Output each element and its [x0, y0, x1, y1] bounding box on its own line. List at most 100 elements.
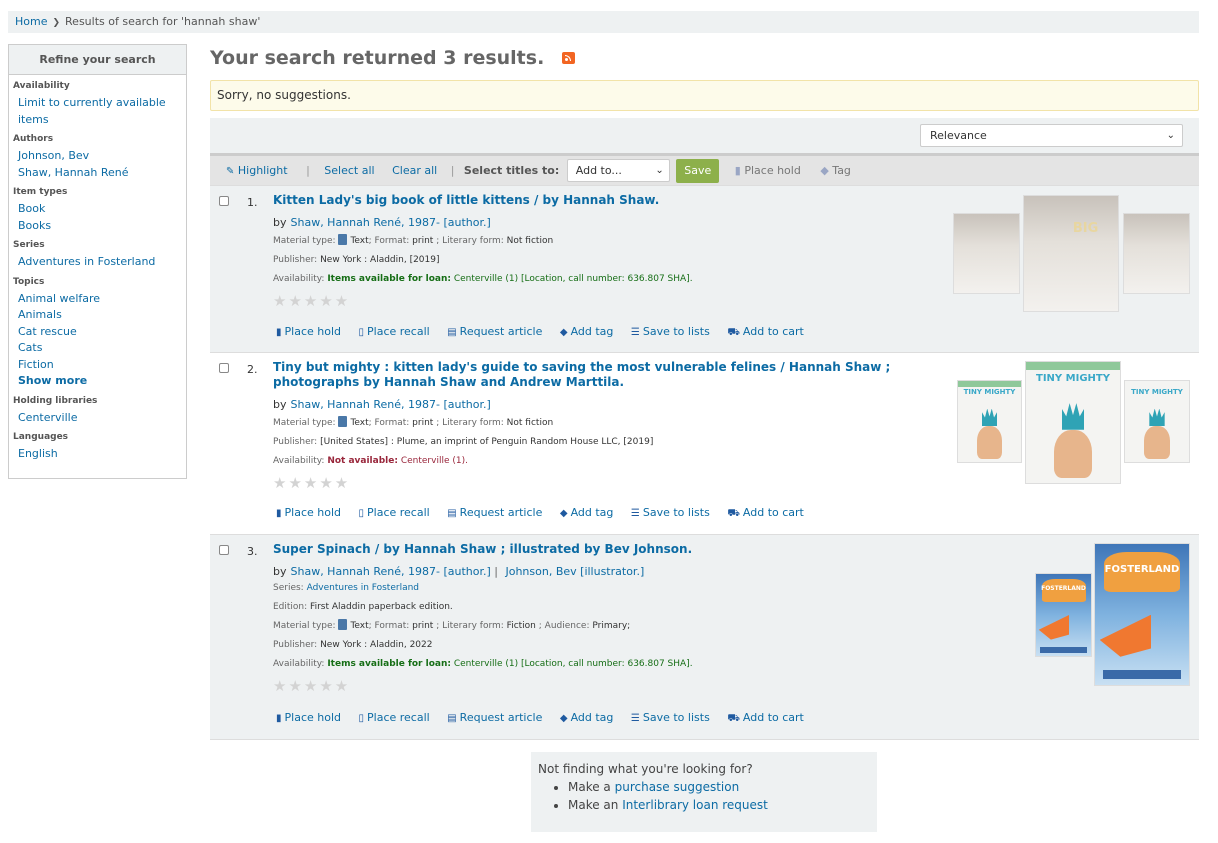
add-tag-link[interactable]: ◆ Add tag: [560, 711, 614, 724]
cover-image[interactable]: TINY MIGHTY: [1025, 361, 1121, 484]
request-article-link[interactable]: ▤ Request article: [447, 325, 542, 338]
facet-series[interactable]: Adventures in Fosterland: [18, 255, 155, 268]
result-title-link[interactable]: Super Spinach / by Hannah Shaw ; illustr…: [273, 542, 953, 557]
bookmark-icon: ▮: [734, 164, 741, 177]
star-rating[interactable]: ★★★★★: [273, 474, 953, 492]
search-results-main: Your search returned 3 results. Sorry, n…: [210, 44, 1199, 740]
place-hold-button[interactable]: ▮ Place hold: [735, 156, 801, 186]
star-rating[interactable]: ★★★★★: [273, 292, 953, 310]
sort-select-value: Relevance: [930, 129, 987, 142]
purchase-suggestion-link[interactable]: purchase suggestion: [615, 780, 740, 794]
save-to-lists-link[interactable]: ☰ Save to lists: [631, 325, 710, 338]
facet-group-label: Item types: [13, 187, 68, 197]
facet-topic[interactable]: Cats: [18, 341, 42, 354]
edition-line: Edition: First Aladdin paperback edition…: [273, 602, 453, 612]
add-to-cart-link[interactable]: ⛟ Add to cart: [727, 711, 804, 724]
add-tag-link[interactable]: ◆ Add tag: [560, 506, 614, 519]
place-hold-link[interactable]: ▮ Place hold: [276, 506, 341, 519]
chevron-down-icon: ⌄: [1166, 130, 1175, 141]
highlight-button[interactable]: ✎ Highlight: [226, 156, 288, 187]
cover-image[interactable]: [1123, 213, 1190, 294]
add-tag-link[interactable]: ◆ Add tag: [560, 325, 614, 338]
cart-icon: ⛟: [727, 327, 740, 338]
breadcrumb-current: Results of search for 'hannah shaw': [65, 15, 261, 28]
facet-topic[interactable]: Animals: [18, 308, 62, 321]
highlight-label: Highlight: [237, 164, 288, 177]
cover-image[interactable]: FOSTERLAND: [1035, 573, 1092, 657]
result-checkbox[interactable]: [219, 363, 229, 373]
ill-request-link[interactable]: Interlibrary loan request: [622, 798, 768, 812]
bookmark-outline-icon: ▯: [358, 713, 365, 724]
rss-feed-icon[interactable]: [562, 51, 576, 64]
list-icon: ☰: [630, 327, 640, 338]
cover-image[interactable]: [953, 213, 1020, 294]
list-icon: ☰: [630, 713, 640, 724]
not-finding-heading: Not finding what you're looking for?: [538, 762, 753, 776]
result-number: 2.: [247, 363, 258, 376]
bookmark-icon: ▮: [276, 508, 282, 519]
save-to-lists-link[interactable]: ☰ Save to lists: [631, 506, 710, 519]
add-to-cart-link[interactable]: ⛟ Add to cart: [727, 506, 804, 519]
facet-author[interactable]: Shaw, Hannah René: [18, 166, 129, 179]
facet-group-label: Availability: [13, 81, 70, 91]
series-link[interactable]: Adventures in Fosterland: [307, 583, 419, 593]
facet-author[interactable]: Johnson, Bev: [18, 149, 89, 162]
file-icon: ▤: [447, 327, 457, 338]
result-checkbox[interactable]: [219, 196, 229, 206]
place-recall-link[interactable]: ▯ Place recall: [359, 506, 430, 519]
sort-bar: Relevance ⌄: [210, 118, 1199, 153]
results-heading: Your search returned 3 results.: [210, 44, 1199, 72]
list-icon: ☰: [630, 508, 640, 519]
breadcrumb: Home ❯ Results of search for 'hannah shaw': [8, 11, 1199, 33]
facet-language[interactable]: English: [18, 447, 58, 460]
cover-image[interactable]: BIG: [1023, 195, 1119, 312]
place-recall-link[interactable]: ▯ Place recall: [359, 711, 430, 724]
divider: |: [450, 164, 455, 177]
facet-item-type[interactable]: Books: [18, 219, 51, 232]
select-all-link[interactable]: Select all: [324, 156, 374, 186]
add-to-select[interactable]: Add to... ⌄: [566, 159, 670, 182]
facet-topic[interactable]: Animal welfare: [18, 292, 100, 305]
facet-group-label: Languages: [13, 432, 69, 442]
author-link[interactable]: Shaw, Hannah René, 1987- [author.]: [291, 565, 491, 578]
refine-search-heading: Refine your search: [9, 45, 186, 75]
place-recall-link[interactable]: ▯ Place recall: [359, 325, 430, 338]
cover-image[interactable]: FOSTERLAND: [1094, 543, 1190, 686]
book-icon: [338, 234, 348, 245]
select-titles-label: Select titles to:: [463, 164, 560, 177]
author-link[interactable]: Shaw, Hannah René, 1987- [author.]: [291, 398, 491, 411]
author-link[interactable]: Johnson, Bev [illustrator.]: [505, 565, 644, 578]
save-button[interactable]: Save: [676, 159, 720, 183]
result-checkbox[interactable]: [219, 545, 229, 555]
sort-select[interactable]: Relevance ⌄: [920, 124, 1183, 147]
tag-button[interactable]: ◆ Tag: [820, 156, 851, 186]
facet-available-items[interactable]: Limit to currently available items: [18, 96, 166, 126]
result-number: 1.: [247, 196, 258, 209]
facet-topic[interactable]: Fiction: [18, 358, 54, 371]
tag-icon: ◆: [820, 164, 829, 177]
purchase-suggestion-item: Make a purchase suggestion: [568, 778, 877, 796]
request-article-link[interactable]: ▤ Request article: [447, 711, 542, 724]
not-finding-box: Not finding what you're looking for? Mak…: [531, 752, 877, 832]
facet-item-type[interactable]: Book: [18, 202, 45, 215]
cover-image[interactable]: TINY MIGHTY: [957, 380, 1022, 463]
place-hold-link[interactable]: ▮ Place hold: [276, 711, 341, 724]
facet-library[interactable]: Centerville: [18, 411, 77, 424]
request-article-link[interactable]: ▤ Request article: [447, 506, 542, 519]
save-to-lists-link[interactable]: ☰ Save to lists: [631, 711, 710, 724]
cart-icon: ⛟: [727, 713, 740, 724]
result-title-link[interactable]: Tiny but mighty : kitten lady's guide to…: [273, 360, 953, 390]
author-link[interactable]: Shaw, Hannah René, 1987- [author.]: [291, 216, 491, 229]
facet-group-label: Series: [13, 240, 45, 250]
series-line: Series: Adventures in Fosterland: [273, 583, 420, 593]
add-to-value: Add to...: [575, 164, 622, 177]
clear-all-link[interactable]: Clear all: [392, 156, 437, 186]
result-title-link[interactable]: Kitten Lady's big book of little kittens…: [273, 193, 953, 208]
show-more-topics[interactable]: Show more: [18, 374, 87, 387]
breadcrumb-home[interactable]: Home: [15, 15, 47, 28]
star-rating[interactable]: ★★★★★: [273, 677, 953, 695]
add-to-cart-link[interactable]: ⛟ Add to cart: [727, 325, 804, 338]
place-hold-link[interactable]: ▮ Place hold: [276, 325, 341, 338]
cover-image[interactable]: TINY MIGHTY: [1124, 380, 1190, 463]
facet-topic[interactable]: Cat rescue: [18, 325, 77, 338]
